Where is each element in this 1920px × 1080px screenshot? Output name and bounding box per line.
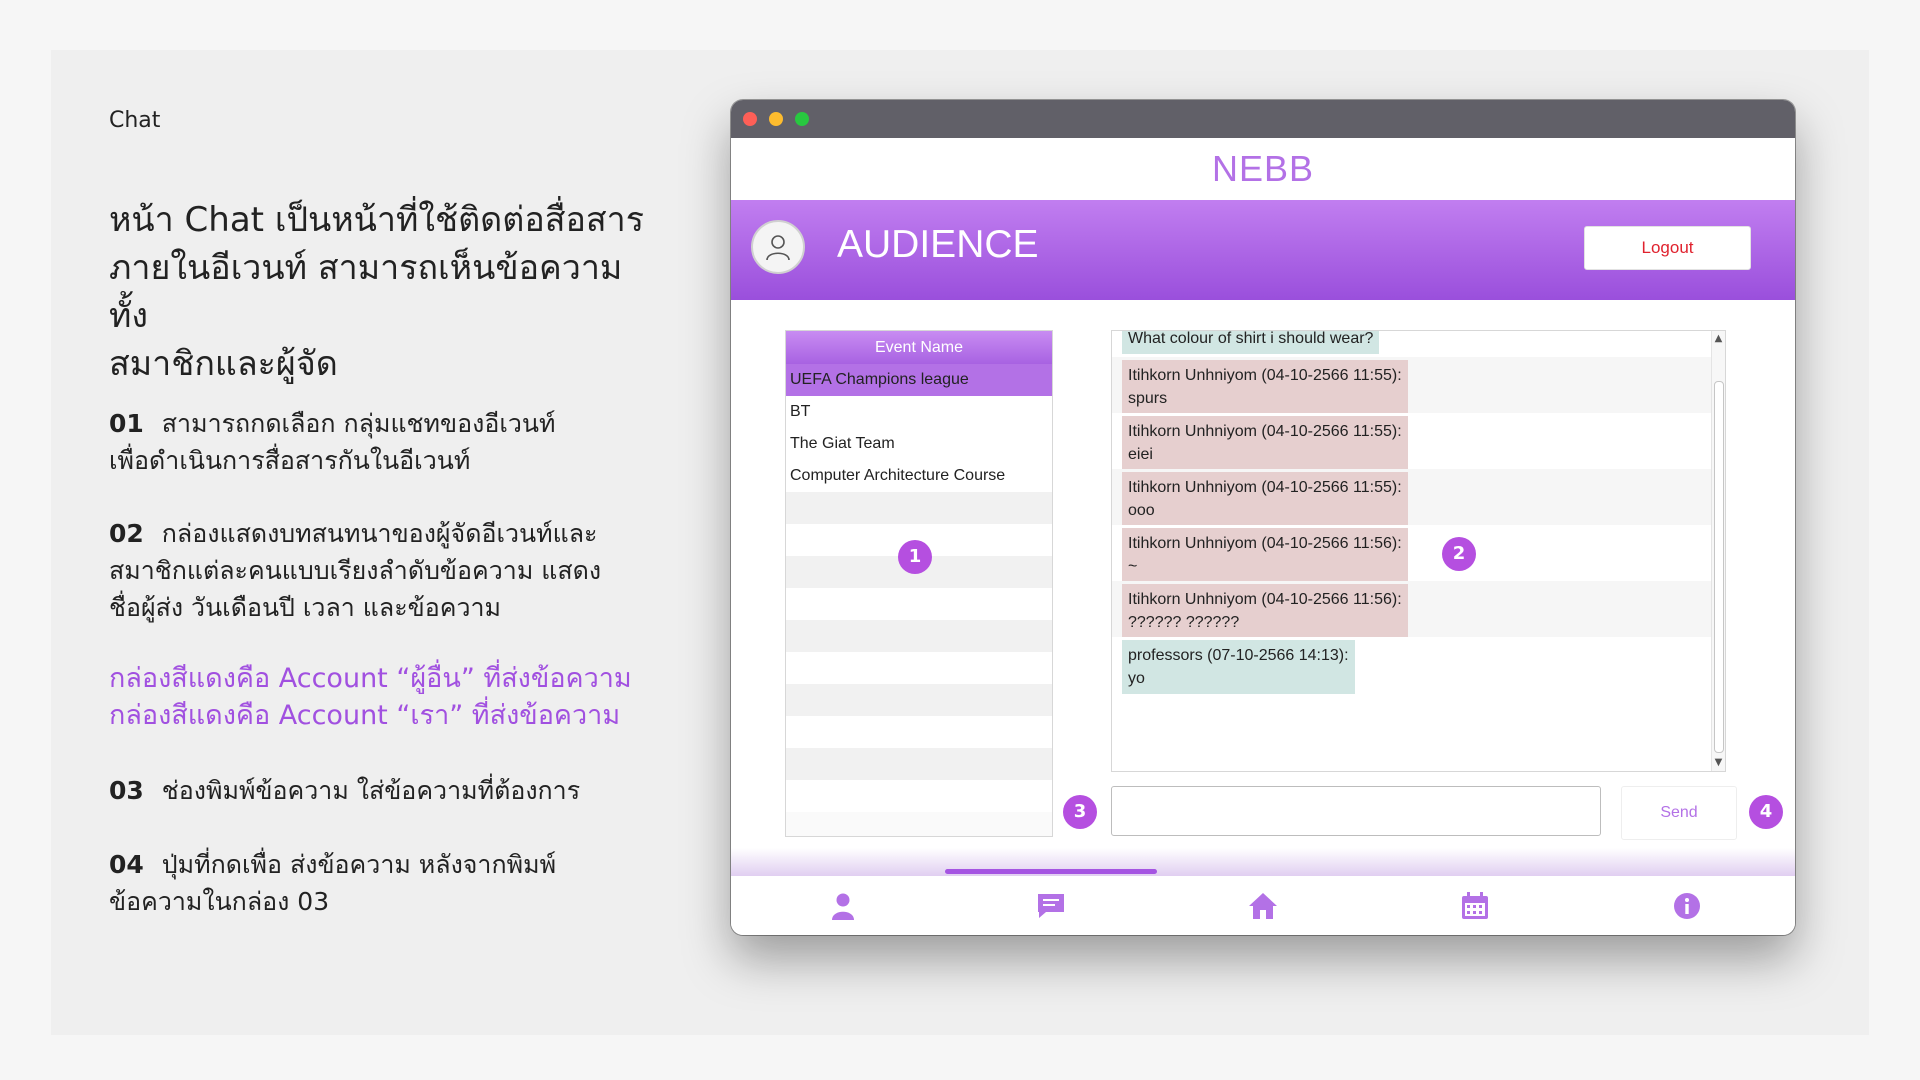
chat-messages[interactable]: What colour of shirt i should wear? Itih… (1111, 330, 1726, 772)
scroll-down-icon[interactable]: ▼ (1713, 758, 1724, 768)
message-bubble-other: Itihkorn Unhniyom (04-10-2566 11:56): ??… (1122, 584, 1408, 638)
app-window: NEBB AUDIENCE Logout Event Name UEFA Cha… (731, 100, 1795, 935)
empty-event-row (786, 620, 1052, 652)
close-window-button[interactable] (743, 112, 757, 126)
window-titlebar (731, 100, 1795, 138)
chat-icon (1038, 894, 1064, 918)
headline: หน้า Chat เป็นหน้าที่ใช้ติดต่อสื่อสาร ภา… (109, 200, 645, 384)
send-button[interactable]: Send (1621, 786, 1737, 840)
description-item-03: 03 ช่องพิมพ์ข้อความ ใส่ข้อความที่ต้องการ (109, 772, 669, 809)
message-row: Itihkorn Unhniyom (04-10-2566 11:56): ~ (1112, 525, 1712, 582)
annotation-marker-3: 3 (1063, 795, 1097, 829)
empty-event-row (786, 492, 1052, 524)
app-header: AUDIENCE Logout (731, 200, 1795, 300)
message-input[interactable] (1111, 786, 1601, 836)
item-number: 01 (109, 409, 144, 438)
logout-button[interactable]: Logout (1584, 226, 1751, 270)
message-bubble-other: Itihkorn Unhniyom (04-10-2566 11:55): sp… (1122, 360, 1408, 414)
message-row: Itihkorn Unhniyom (04-10-2566 11:56): ??… (1112, 581, 1712, 638)
message-bubble-other: Itihkorn Unhniyom (04-10-2566 11:55): oo… (1122, 472, 1408, 526)
event-item[interactable]: Computer Architecture Course (786, 460, 1052, 492)
description-item-01: 01 สามารถกดเลือก กลุ่มแชทของอีเวนท์ เพื่อ… (109, 405, 669, 479)
avatar[interactable] (751, 220, 805, 274)
item-text: สามารถกดเลือก กลุ่มแชทของอีเวนท์ เพื่อดำ… (109, 409, 556, 475)
event-item[interactable]: BT (786, 396, 1052, 428)
nav-fade (731, 848, 1795, 876)
message-row: Itihkorn Unhniyom (04-10-2566 11:55): oo… (1112, 469, 1712, 526)
annotation-marker-4: 4 (1749, 795, 1783, 829)
nav-active-indicator (945, 869, 1157, 874)
calendar-icon (1462, 892, 1488, 919)
scroll-thumb[interactable] (1714, 381, 1724, 753)
nav-profile[interactable] (827, 890, 859, 922)
event-item[interactable]: The Giat Team (786, 428, 1052, 460)
app-title: NEBB (1211, 148, 1315, 189)
empty-event-row (786, 684, 1052, 716)
nav-home[interactable] (1247, 890, 1279, 922)
empty-event-row (786, 652, 1052, 684)
annotation-marker-2: 2 (1442, 537, 1476, 571)
maximize-window-button[interactable] (795, 112, 809, 126)
event-list: Event Name UEFA Champions league BT The … (785, 330, 1053, 837)
legend-other: กล่องสีแดงคือ Account “ผู้อื่น” ที่ส่งข้… (109, 663, 632, 694)
bottom-nav (731, 876, 1795, 935)
item-text: ปุ่มที่กดเพื่อ ส่งข้อความ หลังจากพิมพ์ ข… (109, 850, 557, 916)
annotation-marker-1: 1 (898, 540, 932, 574)
info-icon (1674, 893, 1700, 919)
message-bubble-other: Itihkorn Unhniyom (04-10-2566 11:56): ~ (1122, 528, 1408, 582)
item-number: 02 (109, 519, 144, 548)
empty-event-row (786, 716, 1052, 748)
section-label: Chat (109, 108, 161, 133)
item-text: ช่องพิมพ์ข้อความ ใส่ข้อความที่ต้องการ (161, 776, 581, 805)
item-number: 04 (109, 850, 144, 879)
minimize-window-button[interactable] (769, 112, 783, 126)
message-bubble-mine: professors (07-10-2566 14:13): yo (1122, 640, 1355, 694)
item-text: กล่องแสดงบทสนทนาของผู้จัดอีเวนท์และ สมาช… (109, 519, 602, 622)
description-item-02: 02 กล่องแสดงบทสนทนาของผู้จัดอีเวนท์และ สม… (109, 515, 669, 626)
message-row: What colour of shirt i should wear? (1112, 331, 1712, 357)
item-number: 03 (109, 776, 144, 805)
user-icon (832, 893, 854, 920)
legend-mine: กล่องสีแดงคือ Account “เรา” ที่ส่งข้อควา… (109, 700, 621, 731)
event-list-header: Event Name (786, 331, 1052, 364)
message-row: Itihkorn Unhniyom (04-10-2566 11:55): sp… (1112, 357, 1712, 414)
empty-event-row (786, 748, 1052, 780)
legend: กล่องสีแดงคือ Account “ผู้อื่น” ที่ส่งข้… (109, 660, 709, 734)
empty-event-row (786, 780, 1052, 812)
event-item[interactable]: UEFA Champions league (786, 364, 1052, 396)
empty-event-row (786, 588, 1052, 620)
nav-calendar[interactable] (1459, 890, 1491, 922)
message-row: professors (07-10-2566 14:13): yo (1112, 637, 1712, 697)
message-bubble-mine: What colour of shirt i should wear? (1122, 331, 1380, 354)
user-avatar-icon (766, 235, 790, 261)
role-title: AUDIENCE (837, 223, 1039, 266)
message-bubble-other: Itihkorn Unhniyom (04-10-2566 11:55): ei… (1122, 416, 1408, 470)
scroll-up-icon[interactable]: ▲ (1713, 334, 1724, 344)
chat-scrollbar[interactable]: ▲ ▼ (1711, 331, 1725, 771)
description-item-04: 04 ปุ่มที่กดเพื่อ ส่งข้อความ หลังจากพิมพ์… (109, 846, 669, 920)
message-row: Itihkorn Unhniyom (04-10-2566 11:55): ei… (1112, 413, 1712, 470)
home-icon (1249, 893, 1277, 919)
nav-info[interactable] (1671, 890, 1703, 922)
nav-chat[interactable] (1035, 890, 1067, 922)
